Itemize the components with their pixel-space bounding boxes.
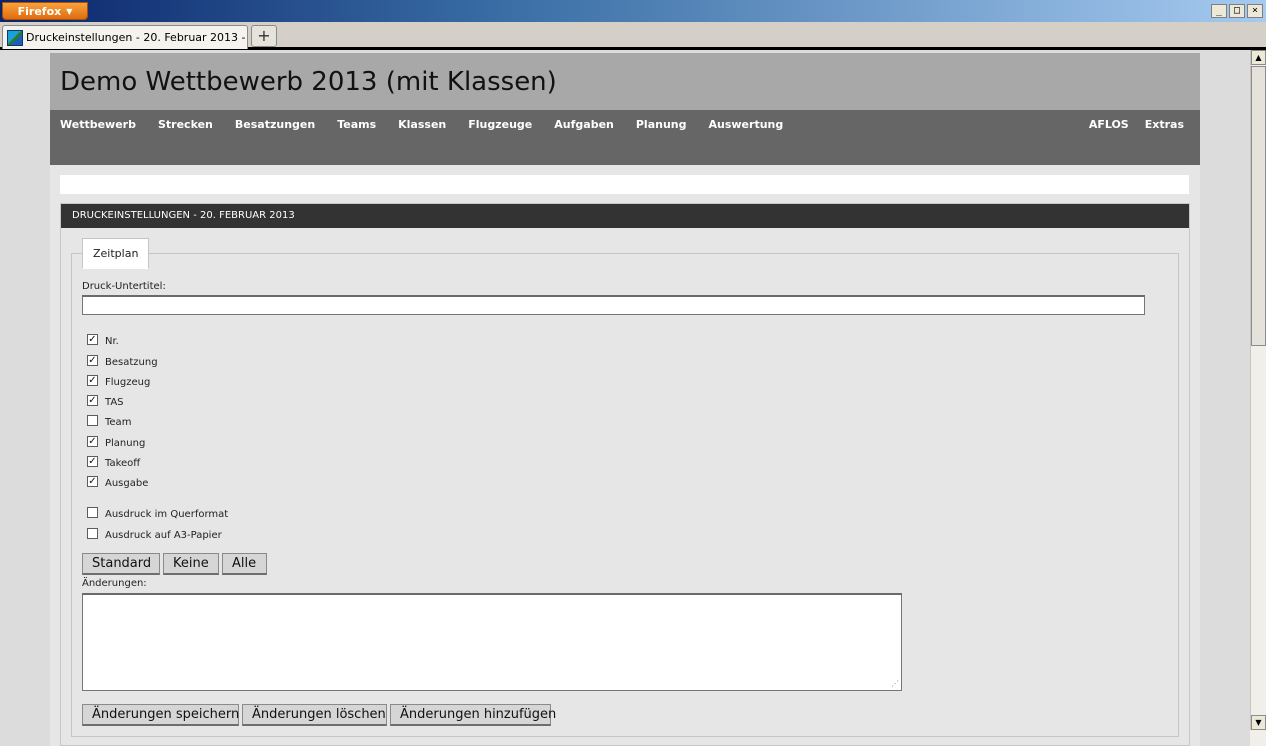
checkbox-row-nr[interactable]: ✓ Nr. (87, 332, 119, 347)
site-favicon-icon (7, 29, 23, 46)
checkbox-row-takeoff[interactable]: ✓ Takeoff (87, 454, 140, 469)
minimize-button[interactable]: _ (1211, 4, 1227, 18)
nav-item-aufgaben[interactable]: Aufgaben (554, 118, 614, 131)
page-content: Demo Wettbewerb 2013 (mit Klassen) Wettb… (50, 53, 1200, 746)
main-navigation: Wettbewerb Strecken Besatzungen Teams Kl… (50, 110, 1200, 165)
maximize-button[interactable]: □ (1229, 4, 1245, 18)
checkbox-label-besatzung: Besatzung (105, 357, 158, 368)
checkbox-ausgabe[interactable]: ✓ (87, 476, 98, 487)
keine-button[interactable]: Keine (163, 553, 219, 575)
nav-right: AFLOS Extras (1089, 118, 1200, 131)
checkbox-label-a3: Ausdruck auf A3-Papier (105, 530, 222, 541)
nav-item-extras[interactable]: Extras (1145, 118, 1184, 131)
close-button[interactable]: × (1247, 4, 1263, 18)
nav-item-planung[interactable]: Planung (636, 118, 687, 131)
checkbox-row-tas[interactable]: ✓ TAS (87, 393, 124, 408)
checkbox-row-querformat[interactable]: Ausdruck im Querformat (87, 505, 228, 520)
nav-item-aflos[interactable]: AFLOS (1089, 118, 1129, 131)
new-tab-button[interactable]: + (251, 25, 277, 47)
delete-changes-button[interactable]: Änderungen löschen (242, 704, 387, 726)
save-changes-button[interactable]: Änderungen speichern (82, 704, 239, 726)
page-title: Demo Wettbewerb 2013 (mit Klassen) (60, 67, 557, 97)
checkbox-row-planung[interactable]: ✓ Planung (87, 434, 145, 449)
checkbox-flugzeug[interactable]: ✓ (87, 375, 98, 386)
vertical-scrollbar[interactable]: ▲ ▼ (1250, 50, 1266, 730)
scroll-up-arrow-icon[interactable]: ▲ (1251, 50, 1266, 65)
checkbox-row-ausgabe[interactable]: ✓ Ausgabe (87, 474, 148, 489)
browser-tab[interactable]: Druckeinstellungen - 20. Februar 2013 - … (2, 25, 248, 49)
changes-textarea[interactable]: ⋰ (82, 593, 902, 691)
checkbox-row-a3[interactable]: Ausdruck auf A3-Papier (87, 526, 222, 541)
checkbox-label-ausgabe: Ausgabe (105, 478, 149, 489)
nav-item-klassen[interactable]: Klassen (398, 118, 446, 131)
dropdown-arrow-icon: ▼ (66, 6, 73, 16)
checkbox-label-tas: TAS (105, 397, 124, 408)
checkbox-takeoff[interactable]: ✓ (87, 456, 98, 467)
alle-button[interactable]: Alle (222, 553, 267, 575)
standard-button[interactable]: Standard (82, 553, 160, 575)
checkbox-label-planung: Planung (105, 438, 146, 449)
nav-item-auswertung[interactable]: Auswertung (709, 118, 784, 131)
firefox-menu-button[interactable]: Firefox ▼ (2, 2, 88, 20)
window-titlebar: Firefox ▼ _ □ × (0, 0, 1266, 22)
nav-item-flugzeuge[interactable]: Flugzeuge (468, 118, 532, 131)
nav-item-besatzungen[interactable]: Besatzungen (235, 118, 315, 131)
subtitle-input[interactable] (82, 295, 1145, 315)
nav-item-strecken[interactable]: Strecken (158, 118, 213, 131)
checkbox-row-team[interactable]: Team (87, 413, 131, 428)
site-header: Demo Wettbewerb 2013 (mit Klassen) (50, 53, 1200, 110)
scrollbar-thumb[interactable] (1251, 66, 1266, 346)
changes-label: Änderungen: (82, 578, 147, 589)
subtitle-label: Druck-Untertitel: (82, 281, 166, 292)
tab-zeitplan[interactable]: Zeitplan (82, 238, 150, 269)
resize-grip-icon[interactable]: ⋰ (891, 680, 899, 688)
checkbox-planung[interactable]: ✓ (87, 436, 98, 447)
window-resize-corner (1250, 730, 1266, 746)
firefox-menu-label: Firefox (17, 4, 62, 18)
add-changes-button[interactable]: Änderungen hinzufügen (390, 704, 556, 726)
checkbox-a3[interactable] (87, 528, 98, 539)
nav-item-teams[interactable]: Teams (337, 118, 376, 131)
checkbox-besatzung[interactable]: ✓ (87, 355, 98, 366)
section-header: DRUCKEINSTELLUNGEN - 20. FEBRUAR 2013 (61, 204, 1189, 228)
tab-title: Druckeinstellungen - 20. Februar 2013 - … (26, 31, 247, 44)
nav-item-wettbewerb[interactable]: Wettbewerb (60, 118, 136, 131)
scroll-down-arrow-icon[interactable]: ▼ (1251, 715, 1266, 730)
browser-tabstrip: Druckeinstellungen - 20. Februar 2013 - … (0, 22, 1266, 50)
checkbox-row-flugzeug[interactable]: ✓ Flugzeug (87, 373, 150, 388)
checkbox-querformat[interactable] (87, 507, 98, 518)
checkbox-label-flugzeug: Flugzeug (105, 377, 151, 388)
checkbox-label-querformat: Ausdruck im Querformat (105, 509, 229, 520)
checkbox-team[interactable] (87, 415, 98, 426)
checkbox-tas[interactable]: ✓ (87, 395, 98, 406)
nav-left: Wettbewerb Strecken Besatzungen Teams Kl… (60, 118, 805, 131)
checkbox-label-takeoff: Takeoff (105, 458, 141, 469)
info-bar (60, 175, 1189, 194)
print-settings-section: DRUCKEINSTELLUNGEN - 20. FEBRUAR 2013 Ze… (60, 203, 1190, 746)
window-controls: _ □ × (1211, 4, 1263, 18)
checkbox-label-nr: Nr. (105, 336, 119, 347)
checkbox-row-besatzung[interactable]: ✓ Besatzung (87, 353, 158, 368)
checkbox-nr[interactable]: ✓ (87, 334, 98, 345)
checkbox-label-team: Team (105, 417, 132, 428)
